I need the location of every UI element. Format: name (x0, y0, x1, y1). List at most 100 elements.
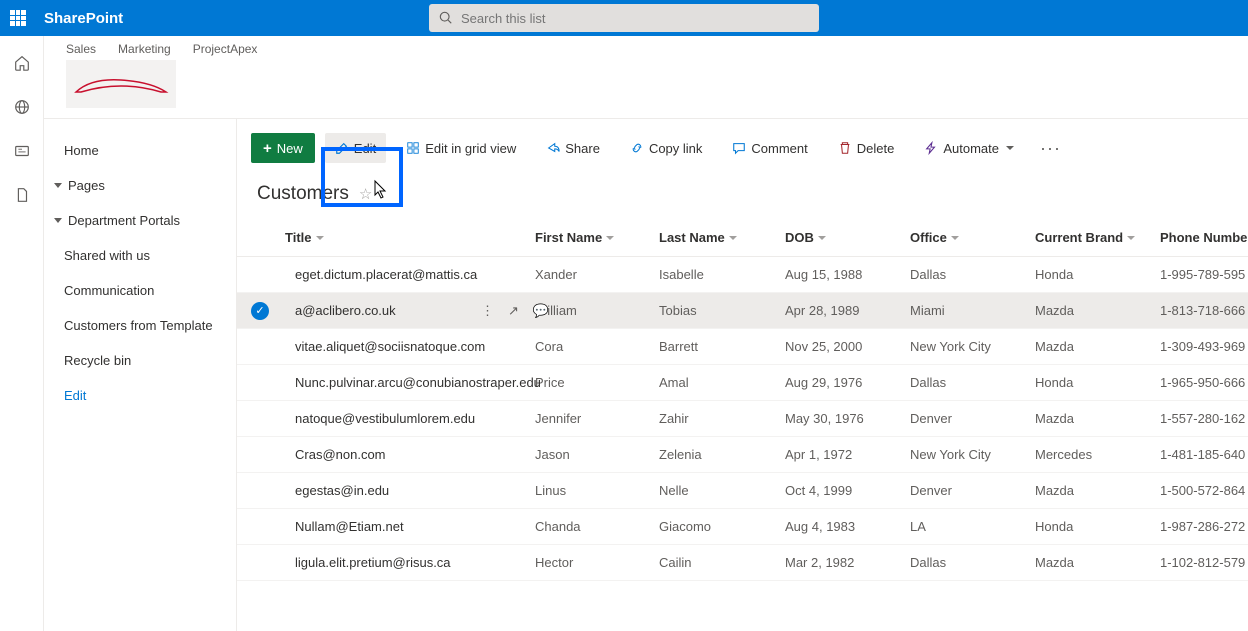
suite-header: SharePoint (0, 0, 1248, 36)
delete-button[interactable]: Delete (828, 133, 905, 163)
cell-office: Denver (910, 411, 1035, 426)
cell-phone: 1-995-789-595 (1160, 267, 1248, 282)
share-label: Share (565, 141, 600, 156)
row-comment-icon[interactable]: 💬 (533, 303, 549, 319)
cell-brand: Mazda (1035, 411, 1160, 426)
left-rail (0, 36, 44, 631)
cell-title: eget.dictum.placerat@mattis.ca (285, 267, 535, 282)
cell-dob: Oct 4, 1999 (785, 483, 910, 498)
row-more-icon[interactable]: ⋮ (481, 303, 494, 319)
favorite-star-icon[interactable]: ☆ (359, 185, 372, 203)
site-link-sales[interactable]: Sales (66, 42, 96, 56)
nav-item-shared-with-us[interactable]: Shared with us (44, 238, 236, 273)
cell-office: Dallas (910, 375, 1035, 390)
table-row[interactable]: egestas@in.eduLinusNelleOct 4, 1999Denve… (237, 473, 1248, 509)
chevron-down-icon (951, 236, 959, 240)
col-office[interactable]: Office (910, 230, 1035, 245)
nav-label: Shared with us (64, 248, 150, 263)
nav-item-home[interactable]: Home (44, 133, 236, 168)
table-row[interactable]: natoque@vestibulumlorem.eduJenniferZahir… (237, 401, 1248, 437)
files-icon[interactable] (13, 186, 31, 204)
table-row[interactable]: ✓a@aclibero.co.ukWilliamTobiasApr 28, 19… (237, 293, 1248, 329)
table-row[interactable]: Nunc.pulvinar.arcu@conubianostraper.eduP… (237, 365, 1248, 401)
cell-title: Nullam@Etiam.net (285, 519, 535, 534)
cell-office: Miami (910, 303, 1035, 318)
chevron-down-icon (316, 236, 324, 240)
grid-icon (406, 141, 420, 155)
col-last-name[interactable]: Last Name (659, 230, 785, 245)
quick-launch-nav: Home Pages Department Portals Shared with u… (44, 119, 237, 631)
chevron-down-icon (729, 236, 737, 240)
home-icon[interactable] (13, 54, 31, 72)
chevron-down-icon (54, 183, 62, 188)
table-row[interactable]: Cras@non.comJasonZeleniaApr 1, 1972New Y… (237, 437, 1248, 473)
cell-phone: 1-987-286-272 (1160, 519, 1248, 534)
globe-icon[interactable] (13, 98, 31, 116)
row-selected-check-icon[interactable]: ✓ (251, 302, 269, 320)
comment-button[interactable]: Comment (722, 133, 817, 163)
search-icon (439, 11, 453, 25)
edit-grid-button[interactable]: Edit in grid view (396, 133, 526, 163)
cell-dob: Aug 15, 1988 (785, 267, 910, 282)
cell-phone: 1-965-950-666 (1160, 375, 1248, 390)
col-title[interactable]: Title (285, 230, 535, 245)
cell-office: LA (910, 519, 1035, 534)
col-phone[interactable]: Phone Number (1160, 230, 1248, 245)
cell-lname: Giacomo (659, 519, 785, 534)
site-link-marketing[interactable]: Marketing (118, 42, 171, 56)
new-button[interactable]: +New (251, 133, 315, 163)
col-brand[interactable]: Current Brand (1035, 230, 1160, 245)
cell-lname: Barrett (659, 339, 785, 354)
col-dob[interactable]: DOB (785, 230, 910, 245)
edit-button[interactable]: Edit (325, 133, 386, 163)
nav-item-communication[interactable]: Communication (44, 273, 236, 308)
cell-title: ligula.elit.pretium@risus.ca (285, 555, 535, 570)
more-actions-button[interactable]: ··· (1034, 138, 1067, 159)
cell-dob: Nov 25, 2000 (785, 339, 910, 354)
table-row[interactable]: eget.dictum.placerat@mattis.caXanderIsab… (237, 257, 1248, 293)
nav-label: Home (64, 143, 99, 158)
cell-fname: Jennifer (535, 411, 659, 426)
table-row[interactable]: ligula.elit.pretium@risus.caHectorCailin… (237, 545, 1248, 581)
cell-phone: 1-102-812-579 (1160, 555, 1248, 570)
col-first-name[interactable]: First Name (535, 230, 659, 245)
share-button[interactable]: Share (536, 133, 610, 163)
app-launcher-icon[interactable] (10, 10, 26, 26)
table-row[interactable]: Nullam@Etiam.netChandaGiacomoAug 4, 1983… (237, 509, 1248, 545)
cell-phone: 1-557-280-162 (1160, 411, 1248, 426)
brand-label: SharePoint (44, 10, 123, 27)
cell-title: Nunc.pulvinar.arcu@conubianostraper.edu (285, 375, 535, 390)
row-share-icon[interactable]: ↗ (508, 303, 519, 319)
nav-label: Recycle bin (64, 353, 131, 368)
search-input[interactable] (461, 11, 809, 26)
cell-dob: Apr 28, 1989 (785, 303, 910, 318)
delete-icon (838, 141, 852, 155)
edit-icon (335, 141, 349, 155)
share-icon (546, 141, 560, 155)
site-link-projectapex[interactable]: ProjectApex (193, 42, 258, 56)
nav-item-edit[interactable]: Edit (44, 378, 236, 413)
link-icon (630, 141, 644, 155)
nav-item-recycle-bin[interactable]: Recycle bin (44, 343, 236, 378)
cell-dob: Mar 2, 1982 (785, 555, 910, 570)
cell-brand: Honda (1035, 267, 1160, 282)
nav-label: Department Portals (68, 213, 180, 228)
cell-fname: Xander (535, 267, 659, 282)
table-row[interactable]: vitae.aliquet@sociisnatoque.comCoraBarre… (237, 329, 1248, 365)
cell-dob: Aug 29, 1976 (785, 375, 910, 390)
cell-brand: Honda (1035, 375, 1160, 390)
cell-lname: Cailin (659, 555, 785, 570)
cell-fname: Jason (535, 447, 659, 462)
nav-item-department-portals[interactable]: Department Portals (44, 203, 236, 238)
delete-label: Delete (857, 141, 895, 156)
cell-office: New York City (910, 447, 1035, 462)
cell-dob: Aug 4, 1983 (785, 519, 910, 534)
cell-fname: William (535, 303, 659, 318)
copy-link-button[interactable]: Copy link (620, 133, 712, 163)
site-logo[interactable] (66, 60, 176, 108)
automate-button[interactable]: Automate (914, 133, 1024, 163)
search-box[interactable] (429, 4, 819, 32)
news-icon[interactable] (13, 142, 31, 160)
nav-item-pages[interactable]: Pages (44, 168, 236, 203)
nav-item-customers-from-template[interactable]: Customers from Template (44, 308, 236, 343)
